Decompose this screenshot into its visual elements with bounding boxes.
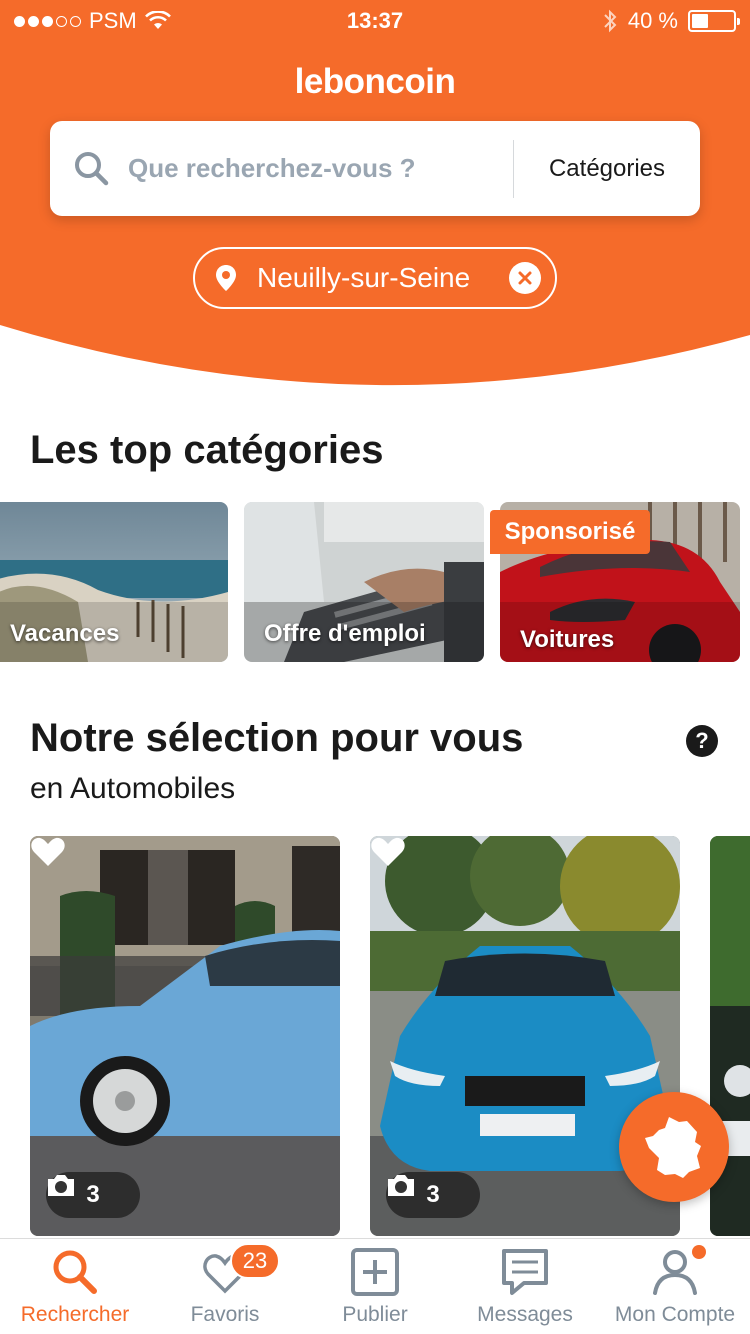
location-filter[interactable]: Neuilly-sur-Seine	[193, 247, 557, 309]
favorite-heart-icon[interactable]	[370, 836, 406, 868]
photo-count-badge: 3	[46, 1172, 140, 1218]
search-bar: Catégories	[50, 121, 700, 216]
plus-square-icon	[351, 1248, 399, 1296]
category-card-offre-emploi[interactable]: Offre d'emploi	[244, 502, 484, 662]
app-logo: leboncoin	[294, 62, 456, 101]
notification-dot	[692, 1245, 706, 1259]
search-icon	[75, 151, 109, 185]
france-map-icon	[645, 1117, 701, 1178]
location-pin-icon	[216, 265, 236, 291]
ad-card[interactable]: 3	[30, 836, 340, 1236]
category-label: Offre d'emploi	[264, 620, 426, 647]
search-input[interactable]	[128, 153, 513, 184]
photo-count: 3	[86, 1181, 100, 1208]
nav-publier[interactable]: Publier	[300, 1239, 450, 1334]
selection-subtitle: en Automobiles	[30, 772, 236, 805]
nav-favoris[interactable]: Favoris 23	[150, 1239, 300, 1334]
selection-title: Notre sélection pour vous	[30, 716, 524, 760]
search-icon	[53, 1250, 97, 1294]
category-label: Vacances	[10, 620, 120, 647]
top-categories-title: Les top catégories	[30, 428, 384, 472]
france-map-button[interactable]	[619, 1092, 729, 1202]
bluetooth-icon	[604, 9, 617, 33]
nav-label: Favoris	[190, 1303, 260, 1326]
status-right-group: 40 %	[602, 8, 740, 34]
photo-count: 3	[426, 1181, 440, 1208]
close-icon	[518, 271, 532, 285]
location-label: Neuilly-sur-Seine	[257, 262, 471, 293]
favorites-count-badge: 23	[230, 1243, 280, 1279]
nav-messages[interactable]: Messages	[450, 1239, 600, 1334]
category-card-vacances[interactable]: Vacances	[0, 502, 228, 662]
clear-location-button[interactable]	[509, 262, 541, 294]
sponsored-badge: Sponsorisé	[490, 510, 650, 554]
nav-label: Messages	[477, 1303, 573, 1326]
nav-label: Rechercher	[20, 1303, 130, 1326]
favorite-heart-icon[interactable]	[30, 836, 66, 868]
nav-label: Mon Compte	[614, 1303, 736, 1326]
categories-button[interactable]: Catégories	[514, 155, 700, 183]
message-icon	[502, 1249, 548, 1295]
camera-icon	[48, 1175, 74, 1196]
nav-rechercher[interactable]: Rechercher	[0, 1239, 150, 1334]
help-icon[interactable]: ?	[686, 725, 718, 757]
camera-icon	[388, 1175, 414, 1196]
status-bar: PSM 13:37 40 %	[0, 0, 750, 40]
battery-icon	[688, 10, 740, 32]
bottom-navigation: Rechercher Favoris 23 Publier Messages M…	[0, 1238, 750, 1334]
battery-fill	[692, 14, 708, 28]
category-label: Voitures	[520, 626, 615, 653]
photo-count-badge: 3	[386, 1172, 480, 1218]
nav-label: Publier	[342, 1303, 408, 1326]
nav-mon-compte[interactable]: Mon Compte	[600, 1239, 750, 1334]
battery-percent: 40 %	[627, 8, 678, 33]
